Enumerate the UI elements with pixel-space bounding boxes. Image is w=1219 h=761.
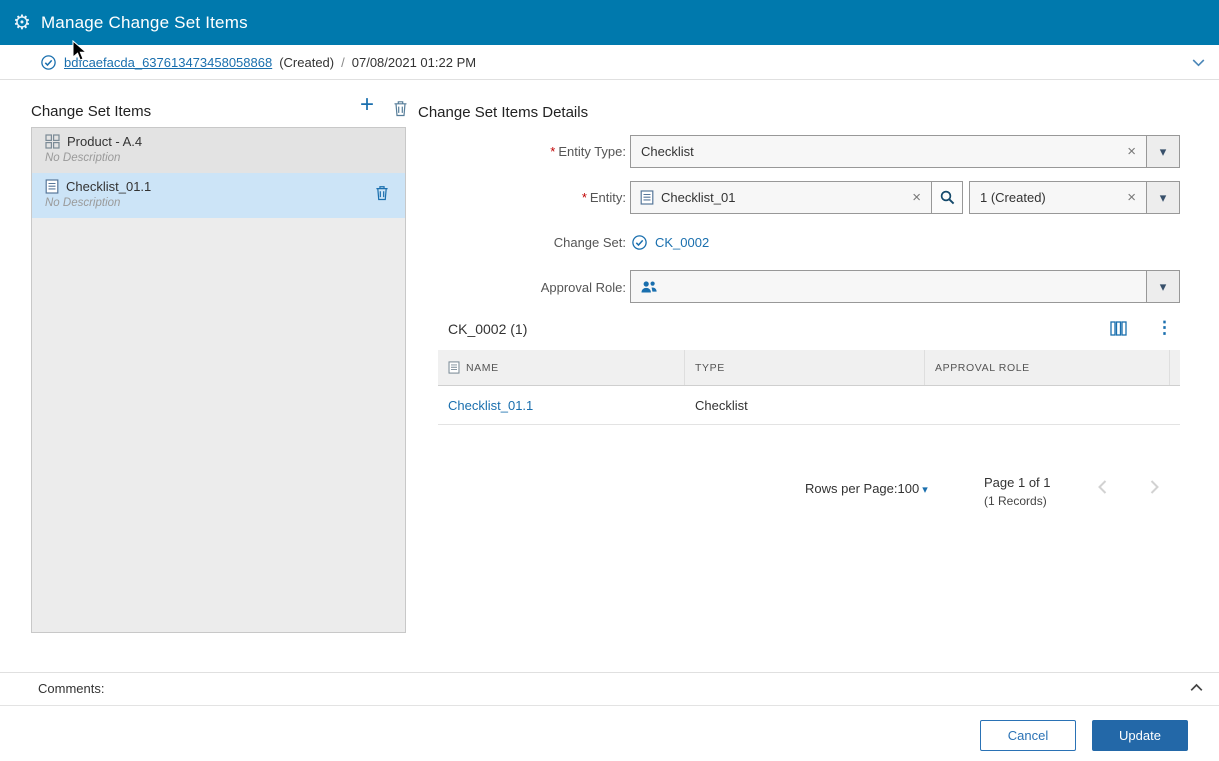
breadcrumb-timestamp: 07/08/2021 01:22 PM	[352, 55, 476, 70]
product-icon	[45, 134, 60, 149]
chevron-down-icon: ▾	[1160, 280, 1167, 293]
comments-section	[0, 672, 1219, 705]
change-set-items-list: Product - A.4 No Description Checklist_0…	[31, 127, 406, 633]
chevron-down-icon: ▾	[922, 484, 928, 496]
change-set-items-panel-title: Change Set Items	[31, 103, 151, 120]
list-item-checklist[interactable]: Checklist_01.1 No Description	[32, 173, 405, 218]
rows-per-page-dropdown[interactable]: Rows per Page:100▾	[805, 481, 928, 496]
change-set-value: CK_0002	[631, 234, 709, 251]
change-set-label: Change Set:	[436, 235, 626, 250]
breadcrumb-separator: /	[341, 55, 345, 70]
manage-gear-icon: ⚙	[13, 13, 31, 33]
table-menu-kebab-icon[interactable]: ⋮	[1156, 318, 1173, 338]
change-set-items-table: NAME TYPE APPROVAL ROLE Checklist_01.1 C…	[438, 350, 1180, 425]
remove-selected-item-trash-icon[interactable]	[375, 185, 389, 206]
entity-label: *Entity:	[436, 190, 626, 205]
required-marker: *	[582, 190, 587, 205]
checklist-icon	[640, 190, 654, 205]
people-icon	[640, 280, 658, 294]
breadcrumb: bdfcaefacda_637613473458058868 (Created)…	[0, 45, 1219, 80]
title-bar: ⚙ Manage Change Set Items	[0, 0, 1219, 45]
breadcrumb-collapse-chevron-down-icon[interactable]	[1190, 54, 1207, 74]
entity-revision-value: 1 (Created)	[970, 190, 1117, 205]
table-section-title: CK_0002 (1)	[448, 321, 527, 337]
entity-type-value: Checklist	[631, 144, 1117, 159]
column-header-type[interactable]: TYPE	[685, 350, 925, 385]
manage-change-set-items-dialog: ⚙ Manage Change Set Items bdfcaefacda_63…	[0, 0, 1219, 761]
entity-value: Checklist_01	[654, 190, 902, 205]
required-marker: *	[550, 144, 555, 159]
entity-type-dropdown-button[interactable]: ▾	[1146, 135, 1180, 168]
breadcrumb-changeset-link[interactable]: bdfcaefacda_637613473458058868	[64, 55, 272, 70]
page-info: Page 1 of 1	[984, 475, 1051, 490]
cell-type: Checklist	[685, 398, 925, 413]
approval-role-label: Approval Role:	[436, 280, 626, 295]
column-header-name[interactable]: NAME	[438, 350, 685, 385]
search-icon	[939, 189, 956, 206]
table-row[interactable]: Checklist_01.1 Checklist	[438, 386, 1180, 425]
add-item-plus-icon[interactable]: +	[360, 93, 374, 117]
checklist-icon	[448, 361, 460, 374]
next-page-chevron-right-icon[interactable]	[1144, 477, 1164, 502]
column-chooser-icon[interactable]	[1110, 320, 1127, 342]
entity-revision-dropdown-button[interactable]: ▾	[1146, 181, 1180, 214]
entity-type-clear-icon[interactable]: ×	[1117, 143, 1146, 160]
table-header-row: NAME TYPE APPROVAL ROLE	[438, 350, 1180, 386]
approval-role-dropdown-button[interactable]: ▾	[1146, 270, 1180, 303]
change-set-link[interactable]: CK_0002	[655, 235, 709, 250]
breadcrumb-status: (Created)	[279, 55, 334, 70]
changeset-check-icon	[40, 54, 57, 71]
entity-type-label: *Entity Type:	[436, 144, 626, 159]
list-item-name: Checklist_01.1	[66, 179, 151, 194]
details-panel-title: Change Set Items Details	[418, 104, 588, 121]
entity-revision-clear-icon[interactable]: ×	[1117, 189, 1146, 206]
entity-revision-combobox[interactable]: 1 (Created) ×	[969, 181, 1147, 214]
page-title: Manage Change Set Items	[41, 13, 248, 33]
entity-combobox[interactable]: Checklist_01 ×	[630, 181, 932, 214]
footer-bar: Cancel Update	[0, 705, 1219, 761]
changeset-check-icon	[631, 234, 648, 251]
chevron-down-icon: ▾	[1160, 191, 1167, 204]
cell-name: Checklist_01.1	[438, 398, 685, 413]
entity-type-combobox[interactable]: Checklist ×	[630, 135, 1147, 168]
approval-role-combobox[interactable]	[630, 270, 1147, 303]
records-info: (1 Records)	[984, 494, 1047, 508]
entity-search-button[interactable]	[931, 181, 963, 214]
previous-page-chevron-left-icon[interactable]	[1093, 477, 1113, 502]
list-item-description: No Description	[45, 152, 395, 164]
comments-collapse-chevron-up-icon[interactable]	[1188, 679, 1205, 701]
row-name-link[interactable]: Checklist_01.1	[448, 398, 533, 413]
list-item-name: Product - A.4	[67, 134, 142, 149]
list-item-product[interactable]: Product - A.4 No Description	[32, 128, 405, 173]
list-item-description: No Description	[45, 197, 395, 209]
delete-item-trash-icon[interactable]	[393, 100, 408, 122]
entity-clear-icon[interactable]: ×	[902, 189, 931, 206]
column-header-approval-role[interactable]: APPROVAL ROLE	[925, 350, 1170, 385]
comments-label: Comments:	[38, 681, 104, 696]
cancel-button[interactable]: Cancel	[980, 720, 1076, 751]
chevron-down-icon: ▾	[1160, 145, 1167, 158]
checklist-icon	[45, 179, 59, 194]
update-button[interactable]: Update	[1092, 720, 1188, 751]
